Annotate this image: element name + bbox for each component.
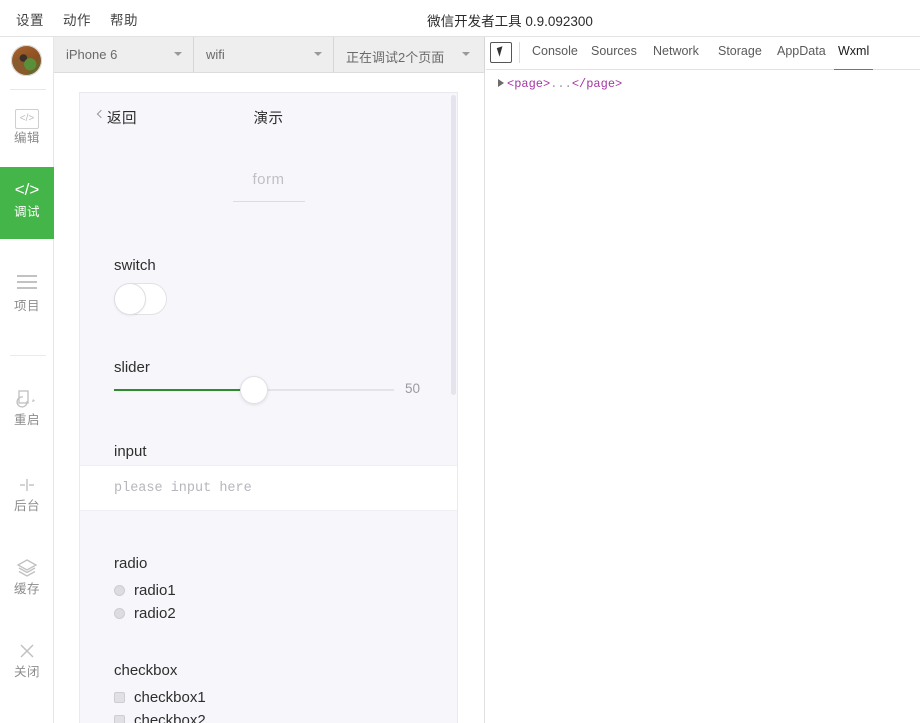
devtools-tabbar: Console Sources Network Storage AppData …	[486, 37, 920, 71]
tab-console-label: Console	[532, 44, 578, 58]
checkbox-option[interactable]: checkbox1	[114, 687, 206, 709]
chevron-down-icon	[314, 52, 322, 56]
sidebar-item-debug[interactable]: </> 调试	[0, 167, 54, 239]
sidebar-item-label-cache: 缓存	[13, 582, 40, 596]
sidebar-item-cache[interactable]: 缓存	[0, 544, 54, 616]
slider-value: 50	[405, 381, 421, 396]
switch-knob[interactable]	[114, 283, 146, 315]
checkbox-option-label: checkbox2	[134, 712, 206, 723]
chevron-down-icon	[462, 52, 470, 56]
tab-console[interactable]: Console	[532, 44, 578, 70]
input-placeholder: please input here	[114, 481, 252, 496]
rail-divider-2	[10, 355, 46, 356]
form-title: form	[252, 171, 285, 188]
tab-sources-label: Sources	[591, 44, 637, 58]
devtools-panel: Console Sources Network Storage AppData …	[486, 37, 920, 723]
chevron-down-icon	[174, 52, 182, 56]
sidebar-item-label-edit: 编辑	[13, 131, 40, 145]
sidebar-item-label-project: 项目	[13, 299, 40, 313]
slider-handle[interactable]	[240, 376, 268, 404]
sidebar-item-edit[interactable]: </> 编辑	[0, 93, 54, 165]
form-header: form	[80, 171, 457, 202]
cursor-arrow-icon	[496, 46, 506, 57]
app-title: 微信开发者工具 0.9.092300	[427, 14, 593, 29]
toolbar-divider	[519, 42, 520, 63]
layers-icon	[0, 544, 54, 578]
tab-appdata[interactable]: AppData	[777, 44, 826, 70]
avatar[interactable]	[11, 45, 42, 76]
tab-network-label: Network	[653, 44, 699, 58]
menu-bar: 设置 动作 帮助 微信开发者工具 0.9.092300	[0, 0, 920, 37]
sidebar-item-restart[interactable]: 重启	[0, 375, 54, 447]
inspect-element-icon[interactable]	[490, 42, 512, 63]
tab-storage[interactable]: Storage	[718, 44, 762, 70]
device-toolbar: iPhone 6 wifi 正在调试2个页面	[54, 37, 485, 73]
page-title: 演示	[253, 111, 284, 127]
avatar-container[interactable]	[0, 41, 54, 89]
wxml-close-tag: </page>	[571, 77, 623, 91]
sidebar-item-label-background: 后台	[13, 499, 40, 513]
simulator-area: 返回 演示 form switch slider 50 input please…	[54, 73, 485, 723]
expand-triangle-icon[interactable]	[498, 79, 504, 88]
slider-track[interactable]	[114, 376, 394, 404]
tab-wxml-label: Wxml	[838, 44, 870, 58]
sidebar-item-close[interactable]: 关闭	[0, 627, 54, 699]
tab-storage-label: Storage	[718, 44, 762, 58]
sidebar-item-label-restart: 重启	[13, 413, 40, 427]
checkbox-icon[interactable]	[114, 691, 125, 703]
hamburger-icon	[0, 261, 54, 295]
phone-nav-bar: 返回 演示	[80, 93, 457, 141]
slider-label: slider	[114, 359, 150, 376]
switch-toggle[interactable]	[114, 283, 167, 315]
tab-sources[interactable]: Sources	[591, 44, 637, 70]
checkbox-icon[interactable]	[114, 714, 125, 723]
slider-fill	[114, 389, 254, 391]
checkbox-option[interactable]: checkbox2	[114, 710, 206, 723]
radio-option-label: radio2	[134, 605, 176, 622]
network-selector-label: wifi	[206, 47, 225, 62]
checkbox-group-label: checkbox	[114, 662, 178, 679]
pages-selector-label: 正在调试2个页面	[346, 50, 445, 65]
tab-wxml[interactable]: Wxml	[834, 44, 874, 71]
left-icon-rail: </> 编辑 </> 调试 项目 重启 后台 缓存 关闭	[0, 37, 54, 723]
checkbox-option-label: checkbox1	[134, 689, 206, 706]
tab-appdata-label: AppData	[777, 44, 826, 58]
wxml-tree-row[interactable]: <page>...</page>	[498, 77, 622, 91]
radio-option[interactable]: radio1	[114, 580, 176, 602]
sidebar-item-project[interactable]: 项目	[0, 261, 54, 333]
code-slash-icon: </>	[14, 180, 40, 199]
input-label: input	[114, 443, 147, 460]
background-icon	[0, 461, 54, 495]
radio-icon[interactable]	[114, 607, 125, 619]
rail-divider	[10, 89, 46, 90]
radio-icon[interactable]	[114, 584, 125, 596]
tab-network[interactable]: Network	[653, 44, 699, 70]
switch-label: switch	[114, 257, 156, 274]
text-input[interactable]: please input here	[80, 465, 457, 511]
sidebar-item-background[interactable]: 后台	[0, 461, 54, 533]
device-selector-label: iPhone 6	[66, 47, 118, 62]
radio-option-label: radio1	[134, 582, 176, 599]
radio-option[interactable]: radio2	[114, 603, 176, 625]
code-box-icon: </>	[0, 93, 54, 129]
restart-icon	[0, 375, 54, 409]
phone-screen: 返回 演示 form switch slider 50 input please…	[80, 93, 457, 723]
network-selector[interactable]: wifi	[194, 37, 334, 72]
device-selector[interactable]: iPhone 6	[54, 37, 194, 72]
close-icon	[0, 627, 54, 661]
form-divider	[232, 201, 305, 202]
wxml-ellipsis: ...	[550, 77, 572, 91]
radio-group-label: radio	[114, 555, 148, 572]
wxml-open-tag: <page>	[507, 77, 551, 91]
pages-selector[interactable]: 正在调试2个页面	[334, 37, 485, 72]
devtools-body: <page>...</page>	[486, 70, 920, 723]
phone-scrollbar[interactable]	[451, 95, 456, 395]
sidebar-item-label-debug: 调试	[13, 205, 40, 219]
sidebar-item-label-close: 关闭	[13, 665, 40, 679]
